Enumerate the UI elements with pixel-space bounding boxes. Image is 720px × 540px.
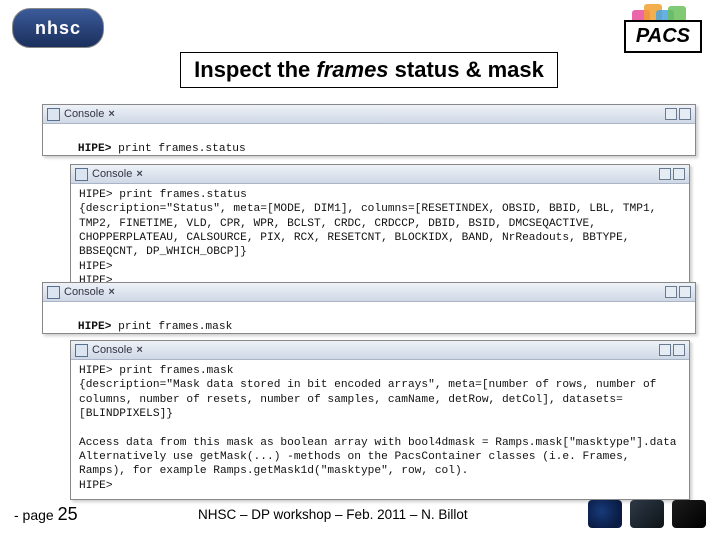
nasa-logo [588,500,622,528]
maximize-icon[interactable] [679,286,691,298]
console-titlebar: Console × [43,283,695,302]
title-emphasis: frames [316,57,388,82]
ipac-logo [630,500,664,528]
close-icon[interactable]: × [136,344,142,356]
page-indicator: - page 25 [14,504,78,525]
command-text: print frames.mask [111,321,232,333]
console-panel-mask-output: Console × HIPE> print frames.mask {descr… [70,340,690,500]
console-titlebar: Console × [71,165,689,184]
slide-footer: - page 25 NHSC – DP workshop – Feb. 2011… [14,500,706,528]
maximize-icon[interactable] [673,344,685,356]
console-tab-label: Console [64,108,104,120]
console-tab-label: Console [92,344,132,356]
console-output-mask: HIPE> print frames.mask {description="Ma… [71,360,689,499]
console-panel-mask-cmd: Console × HIPE> print frames.mask [42,282,696,334]
command-text: print frames.status [111,143,245,155]
minimize-icon[interactable] [665,108,677,120]
prompt: HIPE> [78,143,112,155]
maximize-icon[interactable] [673,168,685,180]
title-suffix: status & mask [389,57,544,82]
console-tab-icon [47,108,60,121]
window-controls [659,344,685,356]
minimize-icon[interactable] [659,168,671,180]
prompt: HIPE> [78,321,112,333]
esa-logo [672,500,706,528]
console-panel-status-cmd: Console × HIPE> print frames.status [42,104,696,156]
title-prefix: Inspect the [194,57,316,82]
console-tab-label: Console [64,286,104,298]
console-panel-status-output: Console × HIPE> print frames.status {des… [70,164,690,295]
console-titlebar: Console × [71,341,689,360]
window-controls [659,168,685,180]
maximize-icon[interactable] [679,108,691,120]
pacs-label: PACS [624,20,702,53]
slide-title: Inspect the frames status & mask [180,52,558,88]
close-icon[interactable]: × [136,168,142,180]
footer-center-text: NHSC – DP workshop – Feb. 2011 – N. Bill… [78,507,588,522]
close-icon[interactable]: × [108,108,114,120]
nhsc-logo: nhsc [12,8,104,48]
window-controls [665,286,691,298]
page-prefix: - page [14,507,58,523]
window-controls [665,108,691,120]
console-tab-icon [47,286,60,299]
console-output-status: HIPE> print frames.status {description="… [71,184,689,294]
minimize-icon[interactable] [665,286,677,298]
page-number: 25 [58,504,78,524]
console-tab-icon [75,168,88,181]
close-icon[interactable]: × [108,286,114,298]
minimize-icon[interactable] [659,344,671,356]
footer-logos [588,500,706,528]
console-tab-icon [75,344,88,357]
console-tab-label: Console [92,168,132,180]
console-titlebar: Console × [43,105,695,124]
